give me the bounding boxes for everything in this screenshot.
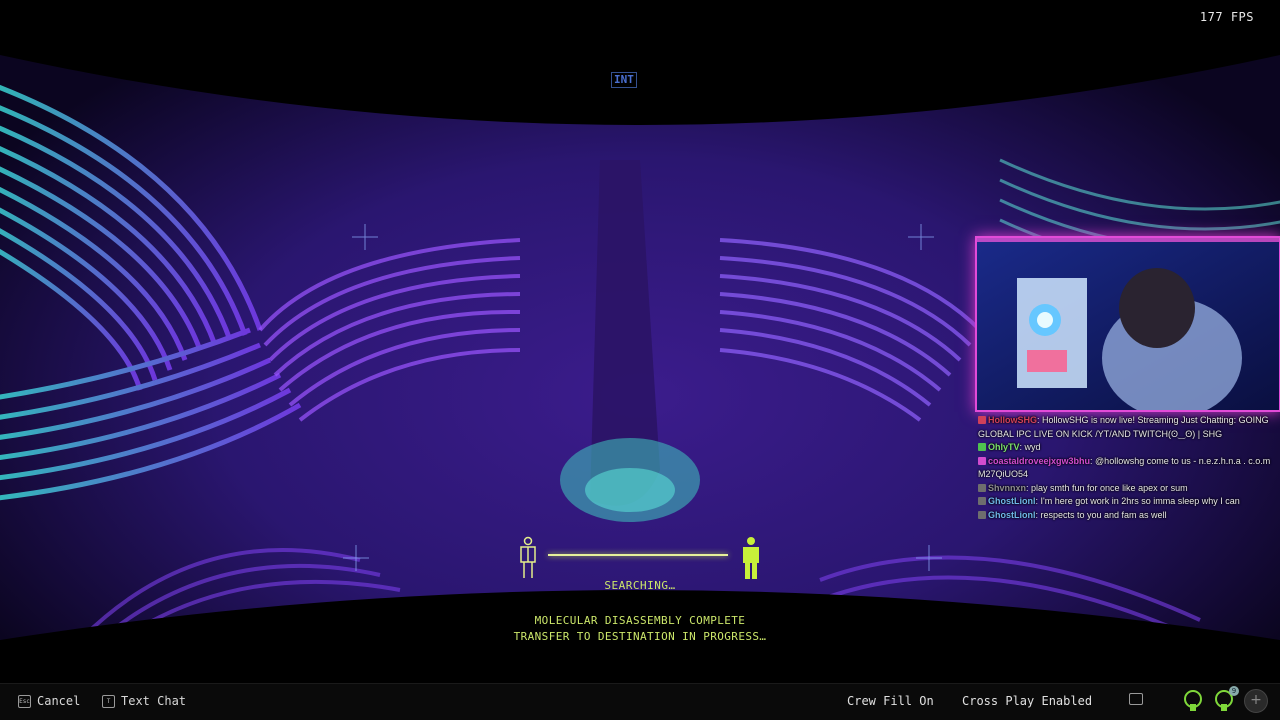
chat-message: OhlyTV: wyd — [978, 441, 1276, 455]
crew-member-icon[interactable] — [1183, 690, 1203, 712]
text-chat-label: Text Chat — [121, 694, 187, 708]
departing-person-icon — [520, 536, 536, 578]
add-crew-button[interactable]: + — [1244, 689, 1268, 713]
chat-message: GhostLionl: I'm here got work in 2hrs so… — [978, 495, 1276, 509]
chat-text: : I'm here got work in 2hrs so imma slee… — [1035, 496, 1240, 506]
transfer-progress-line — [548, 554, 728, 556]
webcam-overlay — [975, 236, 1280, 412]
chat-username[interactable]: Shvnnxn — [988, 483, 1026, 493]
arriving-person-icon — [743, 537, 759, 579]
searching-status: SEARCHING… — [604, 579, 676, 592]
esc-key-icon: Esc — [18, 694, 31, 708]
chat-badge-icon — [978, 510, 986, 519]
chat-username[interactable]: OhlyTV — [988, 442, 1020, 452]
stream-chat: HollowSHG: HollowSHG is now live! Stream… — [978, 414, 1276, 522]
chat-badge-icon — [978, 483, 986, 492]
chat-badge-icon — [978, 497, 986, 505]
chat-text: : wyd — [1019, 442, 1041, 452]
chat-text: : respects to you and fam as well — [1035, 509, 1167, 520]
chat-text: : play smth fun for once like apex or su… — [1026, 482, 1188, 493]
chat-badge-icon — [978, 456, 986, 465]
notification-badge: 9 — [1229, 686, 1239, 696]
text-chat-button[interactable]: T Text Chat — [102, 694, 186, 708]
chat-message: Shvnnxn: play smth fun for once like ape… — [978, 482, 1276, 496]
chat-message: GhostLionl: respects to you and fam as w… — [978, 509, 1276, 523]
status-line-2: TRANSFER TO DESTINATION IN PROGRESS… — [513, 630, 767, 643]
t-key-icon: T — [102, 694, 115, 708]
chat-badge-icon — [978, 416, 986, 424]
status-line-1: MOLECULAR DISASSEMBLY COMPLETE — [534, 614, 746, 627]
chat-username[interactable]: coastaldroveejxgw3bhu — [988, 456, 1090, 466]
crew-fill-toggle[interactable]: Crew Fill On — [847, 694, 934, 708]
chat-message: coastaldroveejxgw3bhu: @hollowshg come t… — [978, 455, 1276, 482]
cancel-button[interactable]: Esc Cancel — [18, 694, 80, 708]
chat-message: HollowSHG: HollowSHG is now live! Stream… — [978, 414, 1276, 441]
webcam-feed — [977, 238, 1279, 410]
chat-username[interactable]: GhostLionl — [988, 510, 1036, 520]
region-badge: INT — [611, 72, 640, 88]
cancel-label: Cancel — [37, 694, 81, 708]
game-scene: 177 FPS INT SEARCHING… MOLECULAR DISASSE… — [0, 0, 1280, 720]
transfer-status: MOLECULAR DISASSEMBLY COMPLETE TRANSFER … — [490, 613, 790, 645]
fps-counter: 177 FPS — [1199, 10, 1254, 24]
cross-play-toggle[interactable]: Cross Play Enabled — [962, 694, 1092, 708]
region-tag: INT — [611, 72, 637, 88]
chat-bubble-icon[interactable] — [1129, 693, 1143, 705]
chat-badge-icon — [978, 443, 986, 451]
chat-username[interactable]: HollowSHG — [988, 415, 1037, 425]
chat-username[interactable]: GhostLionl — [988, 496, 1036, 506]
